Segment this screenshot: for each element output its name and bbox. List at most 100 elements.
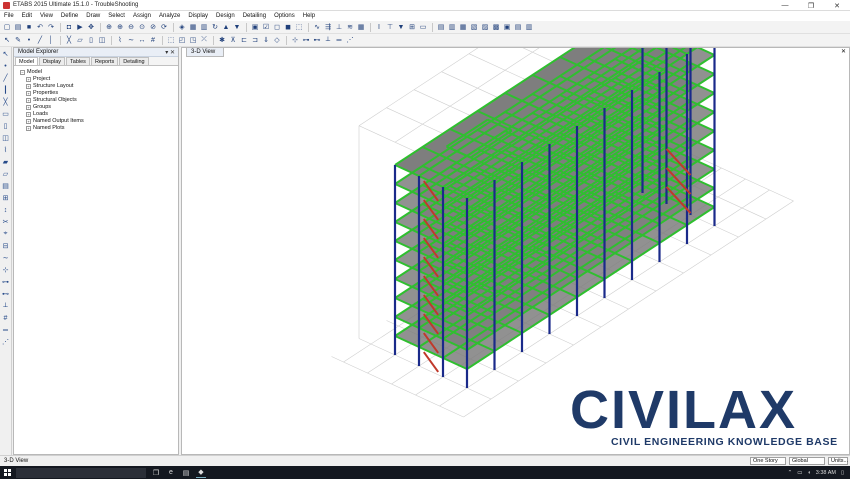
snap-lines-icon[interactable]: ═	[334, 35, 344, 45]
move-up-icon[interactable]: ▲	[221, 22, 231, 32]
draw-wall-icon[interactable]: ▯	[1, 121, 11, 131]
menu-options[interactable]: Options	[274, 13, 295, 19]
draw-link-icon[interactable]: ⌇	[1, 145, 11, 155]
joist-design-icon[interactable]: ▩	[491, 22, 501, 32]
lock-icon[interactable]: ◘	[64, 22, 74, 32]
etabs-taskbar-icon[interactable]: ◆	[196, 468, 206, 478]
reactions-icon[interactable]: ⊥	[334, 22, 344, 32]
zoom-window-icon[interactable]: ⊕	[104, 22, 114, 32]
draw-column-icon[interactable]: ┃	[1, 85, 11, 95]
menu-draw[interactable]: Draw	[86, 13, 100, 19]
start-button[interactable]	[0, 466, 14, 479]
assign-shell-icon[interactable]: ⊐	[250, 35, 260, 45]
draw-column-icon[interactable]: │	[46, 35, 56, 45]
move-down-icon[interactable]: ▼	[232, 22, 242, 32]
zoom-all-icon[interactable]: ⊙	[137, 22, 147, 32]
3d-view-panel[interactable]: 3-D View ✕ CIVILAX CIVIL ENGINEERING KNO…	[181, 47, 850, 455]
tree-item-named-output-items[interactable]: + Named Output Items	[20, 118, 178, 125]
text-icon[interactable]: I	[374, 22, 384, 32]
notification-icon[interactable]: ▯	[841, 470, 844, 476]
expand-icon[interactable]: +	[26, 119, 31, 124]
tree-item-structure-layout[interactable]: + Structure Layout	[20, 83, 178, 90]
open-icon[interactable]: ▤	[13, 22, 23, 32]
drawing-icon[interactable]: ▤	[513, 22, 523, 32]
draw-tendon-icon[interactable]: ∼	[126, 35, 136, 45]
panel-close-icon[interactable]: ▾ ✕	[165, 49, 175, 56]
tab-model[interactable]: Model	[15, 57, 38, 65]
tree-item-loads[interactable]: + Loads	[20, 111, 178, 118]
snap-grid-icon[interactable]: #	[1, 313, 11, 323]
menu-file[interactable]: File	[4, 13, 14, 19]
draw-opening-icon[interactable]: ◫	[1, 133, 11, 143]
view-3d-icon[interactable]: ◈	[177, 22, 187, 32]
minimize-button[interactable]: —	[772, 0, 798, 11]
chevron-up-icon[interactable]: ⌃	[788, 470, 793, 476]
redo-icon[interactable]: ↷	[46, 22, 56, 32]
view-elevation-icon[interactable]: ▥	[199, 22, 209, 32]
assign-load-icon[interactable]: ⇓	[261, 35, 271, 45]
tree-item-properties[interactable]: + Properties	[20, 90, 178, 97]
table-icon[interactable]: ▦	[356, 22, 366, 32]
set-display-icon[interactable]: ☑	[261, 22, 271, 32]
snap-ends-icon[interactable]: ⊶	[1, 277, 11, 287]
snap-points-icon[interactable]: ⊹	[290, 35, 300, 45]
snap-mid-icon[interactable]: ⊷	[1, 289, 11, 299]
wall-design-icon[interactable]: ▧	[469, 22, 479, 32]
coord-system-select[interactable]: Global	[789, 457, 825, 465]
tab-tables[interactable]: Tables	[66, 57, 90, 65]
menu-assign[interactable]: Assign	[133, 13, 151, 19]
tree-item-project[interactable]: + Project	[20, 76, 178, 83]
draw-reference-icon[interactable]: ⌖	[1, 229, 11, 239]
view-close-icon[interactable]: ✕	[841, 48, 846, 55]
menu-analyze[interactable]: Analyze	[159, 13, 180, 19]
tab-reports[interactable]: Reports	[90, 57, 119, 65]
snap-perp-icon[interactable]: ⟂	[1, 301, 11, 311]
snap-icon[interactable]: ⊹	[1, 265, 11, 275]
snap-ends-icon[interactable]: ⊶	[301, 35, 311, 45]
zoom-in-icon[interactable]: ⊕	[115, 22, 125, 32]
draw-area-icon[interactable]: ▰	[1, 157, 11, 167]
menu-detailing[interactable]: Detailing	[243, 13, 266, 19]
select-all-icon[interactable]: ⬚	[166, 35, 176, 45]
expand-icon[interactable]: +	[26, 126, 31, 131]
tree-item-groups[interactable]: + Groups	[20, 104, 178, 111]
tree-item-structural-objects[interactable]: + Structural Objects	[20, 97, 178, 104]
draw-tendon-icon[interactable]: ∼	[1, 253, 11, 263]
clear-selection-icon[interactable]: ◳	[188, 35, 198, 45]
pan-icon[interactable]: ✥	[86, 22, 96, 32]
steel-design-icon[interactable]: ▥	[447, 22, 457, 32]
filter-icon[interactable]: ▼	[396, 22, 406, 32]
task-view-icon[interactable]: ❐	[151, 468, 161, 478]
draw-grid-icon[interactable]: #	[148, 35, 158, 45]
reshape-icon[interactable]: ✎	[13, 35, 23, 45]
units-button[interactable]: Units...	[828, 457, 848, 465]
deformed-shape-icon[interactable]: ∿	[312, 22, 322, 32]
menu-select[interactable]: Select	[108, 13, 125, 19]
frame-icon[interactable]: ⊞	[407, 22, 417, 32]
concrete-design-icon[interactable]: ▤	[436, 22, 446, 32]
assign-joint-icon[interactable]: ✱	[217, 35, 227, 45]
snap-fine-icon[interactable]: ⋰	[1, 337, 11, 347]
shrink-icon[interactable]: ◻	[272, 22, 282, 32]
slab-design-icon[interactable]: ▨	[480, 22, 490, 32]
menu-view[interactable]: View	[40, 13, 53, 19]
draw-floor-icon[interactable]: ▭	[1, 109, 11, 119]
select-object-icon[interactable]: ▣	[250, 22, 260, 32]
intersect-line-icon[interactable]: ⤫	[199, 35, 209, 45]
snap-perpendicular-icon[interactable]: ⟂	[323, 35, 333, 45]
expand-icon[interactable]: +	[26, 112, 31, 117]
draw-rebar-icon[interactable]: ▤	[1, 181, 11, 191]
draw-brace-icon[interactable]: ╳	[1, 97, 11, 107]
draw-opening-icon[interactable]: ◫	[97, 35, 107, 45]
pointer-icon[interactable]: ↖	[1, 49, 11, 59]
view-plan-icon[interactable]: ▦	[188, 22, 198, 32]
close-button[interactable]: ✕	[824, 0, 850, 11]
draw-grid-icon[interactable]: ⊞	[1, 193, 11, 203]
draw-dimension-icon[interactable]: ↔	[137, 35, 147, 45]
tab-display[interactable]: Display	[38, 57, 66, 65]
tree-item-named-plots[interactable]: + Named Plots	[20, 125, 178, 132]
stress-icon[interactable]: ≋	[345, 22, 355, 32]
collapse-icon[interactable]: −	[20, 70, 25, 75]
extrude-icon[interactable]: ⬚	[294, 22, 304, 32]
draw-dimension-icon[interactable]: ↕	[1, 205, 11, 215]
